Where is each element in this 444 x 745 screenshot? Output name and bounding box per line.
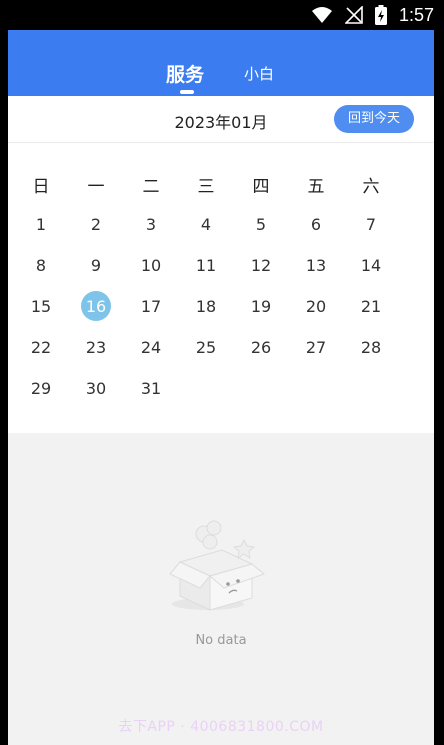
calendar-day[interactable]: 18 — [186, 297, 226, 316]
weekday-header: 一 — [87, 177, 105, 197]
calendar-day[interactable]: 15 — [21, 297, 61, 316]
tab-service[interactable]: 服务 — [166, 60, 204, 87]
battery-charging-icon — [374, 5, 387, 25]
app-header: 服务 小白 — [8, 30, 434, 96]
month-bar: 2023年01月 回到今天 — [8, 96, 434, 143]
calendar-day[interactable]: 19 — [241, 297, 281, 316]
no-data-text: No data — [195, 633, 247, 648]
tab-xiaobai[interactable]: 小白 — [244, 63, 274, 84]
weekday-header: 二 — [142, 177, 160, 197]
watermark-text: 去下APP · 4006831800.COM — [118, 719, 324, 735]
signal-off-icon — [344, 6, 363, 24]
weekday-header: 六 — [362, 177, 380, 197]
weekday-header: 日 — [32, 177, 50, 197]
app-container: 服务 小白 2023年01月 回到今天 日一二三四五六 1 2 3 4 5 6 7 8 9 10 11… — [8, 30, 434, 745]
calendar-day[interactable]: 30 — [76, 379, 116, 398]
calendar-day[interactable]: 27 — [296, 338, 336, 357]
calendar-day[interactable]: 8 — [21, 256, 61, 275]
calendar-day[interactable]: 6 — [296, 215, 336, 234]
calendar-day[interactable]: 10 — [131, 256, 171, 275]
calendar-day[interactable]: 24 — [131, 338, 171, 357]
back-to-today-button[interactable]: 回到今天 — [334, 105, 414, 133]
calendar-day[interactable]: 31 — [131, 379, 171, 398]
calendar-day[interactable]: 22 — [21, 338, 61, 357]
weekday-header: 五 — [307, 177, 325, 197]
calendar-day[interactable]: 5 — [241, 215, 281, 234]
calendar-day[interactable]: 20 — [296, 297, 336, 316]
calendar-day[interactable]: 12 — [241, 256, 281, 275]
status-bar: 1:57 — [0, 0, 444, 30]
calendar-day[interactable]: 26 — [241, 338, 281, 357]
active-tab-indicator — [180, 90, 194, 94]
calendar-day[interactable]: 25 — [186, 338, 226, 357]
calendar-day[interactable]: 4 — [186, 215, 226, 234]
phone-screen: 1:57 服务 小白 2023年01月 回到今天 日一二三四五六12345678… — [0, 0, 444, 745]
calendar-day[interactable]: 29 — [21, 379, 61, 398]
calendar-day[interactable]: 11 — [186, 256, 226, 275]
calendar-day[interactable]: 23 — [76, 338, 116, 357]
status-icons: 1:57 — [311, 4, 434, 26]
status-time: 1:57 — [398, 4, 434, 25]
calendar-day[interactable]: 14 — [351, 256, 391, 275]
calendar-day[interactable]: 13 — [296, 256, 336, 275]
empty-box-icon — [169, 520, 265, 611]
calendar-day[interactable]: 21 — [351, 297, 391, 316]
calendar-grid: 日一二三四五六 1 2 3 4 5 6 7 8 9 10 11 12 13 14 15 16 17 18 19 20 21… — [8, 143, 434, 433]
weekday-header: 四 — [252, 177, 270, 197]
calendar-day[interactable]: 9 — [76, 256, 116, 275]
calendar-day[interactable]: 16 — [76, 297, 116, 316]
empty-state-area: No data 去下APP · 4006831800.COM — [8, 433, 434, 745]
weekday-header: 三 — [197, 177, 215, 197]
wifi-icon — [311, 7, 332, 23]
calendar-day[interactable]: 2 — [76, 215, 116, 234]
calendar-day[interactable]: 28 — [351, 338, 391, 357]
calendar-day[interactable]: 7 — [351, 215, 391, 234]
calendar-day[interactable]: 3 — [131, 215, 171, 234]
calendar-day[interactable]: 17 — [131, 297, 171, 316]
calendar-day[interactable]: 1 — [21, 215, 61, 234]
